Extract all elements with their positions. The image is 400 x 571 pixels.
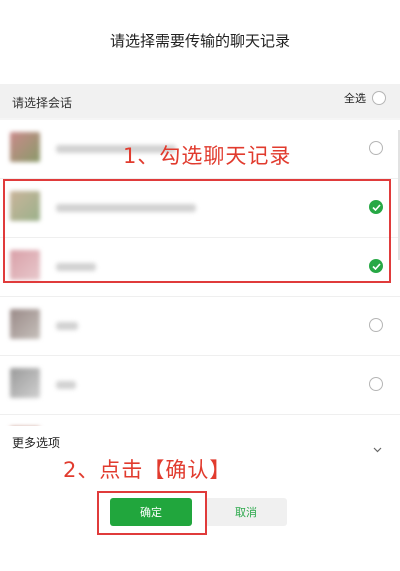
checkbox-checked[interactable] [369,200,383,214]
avatar [10,309,40,339]
select-all-label: 全选 [344,92,366,105]
chat-rows [0,120,400,474]
chevron-down-icon [373,438,382,457]
chat-name-redacted [56,204,196,212]
chat-row[interactable] [0,297,400,356]
checkbox-unchecked[interactable] [369,141,383,155]
annotation-step2: 2、点击【确认】 [63,458,232,482]
cancel-button[interactable]: 取消 [205,498,287,526]
chat-name-redacted [56,381,76,389]
checkbox-unchecked[interactable] [369,318,383,332]
avatar [10,250,40,280]
chat-name-redacted [56,263,96,271]
confirm-button[interactable]: 确定 [110,498,192,526]
avatar [10,132,40,162]
select-all-toggle[interactable]: 全选 [344,90,386,106]
dialog-title: 请选择需要传输的聊天记录 [109,32,290,50]
chat-row[interactable] [0,179,400,238]
more-options-label: 更多选项 [12,436,61,450]
chat-row[interactable] [0,238,400,297]
avatar [10,368,40,398]
select-all-checkbox[interactable] [372,91,386,105]
chat-name-redacted [56,322,78,330]
transfer-chat-dialog: 请选择需要传输的聊天记录 请选择会话 全选 更多选项 确定 取消 1、勾选聊天记… [0,0,400,571]
list-header: 请选择会话 全选 [0,84,400,118]
annotation-step1: 1、勾选聊天记录 [123,144,292,168]
checkbox-checked[interactable] [369,259,383,273]
chat-row[interactable] [0,356,400,415]
list-header-label: 请选择会话 [12,96,73,110]
avatar [10,191,40,221]
checkbox-unchecked[interactable] [369,377,383,391]
